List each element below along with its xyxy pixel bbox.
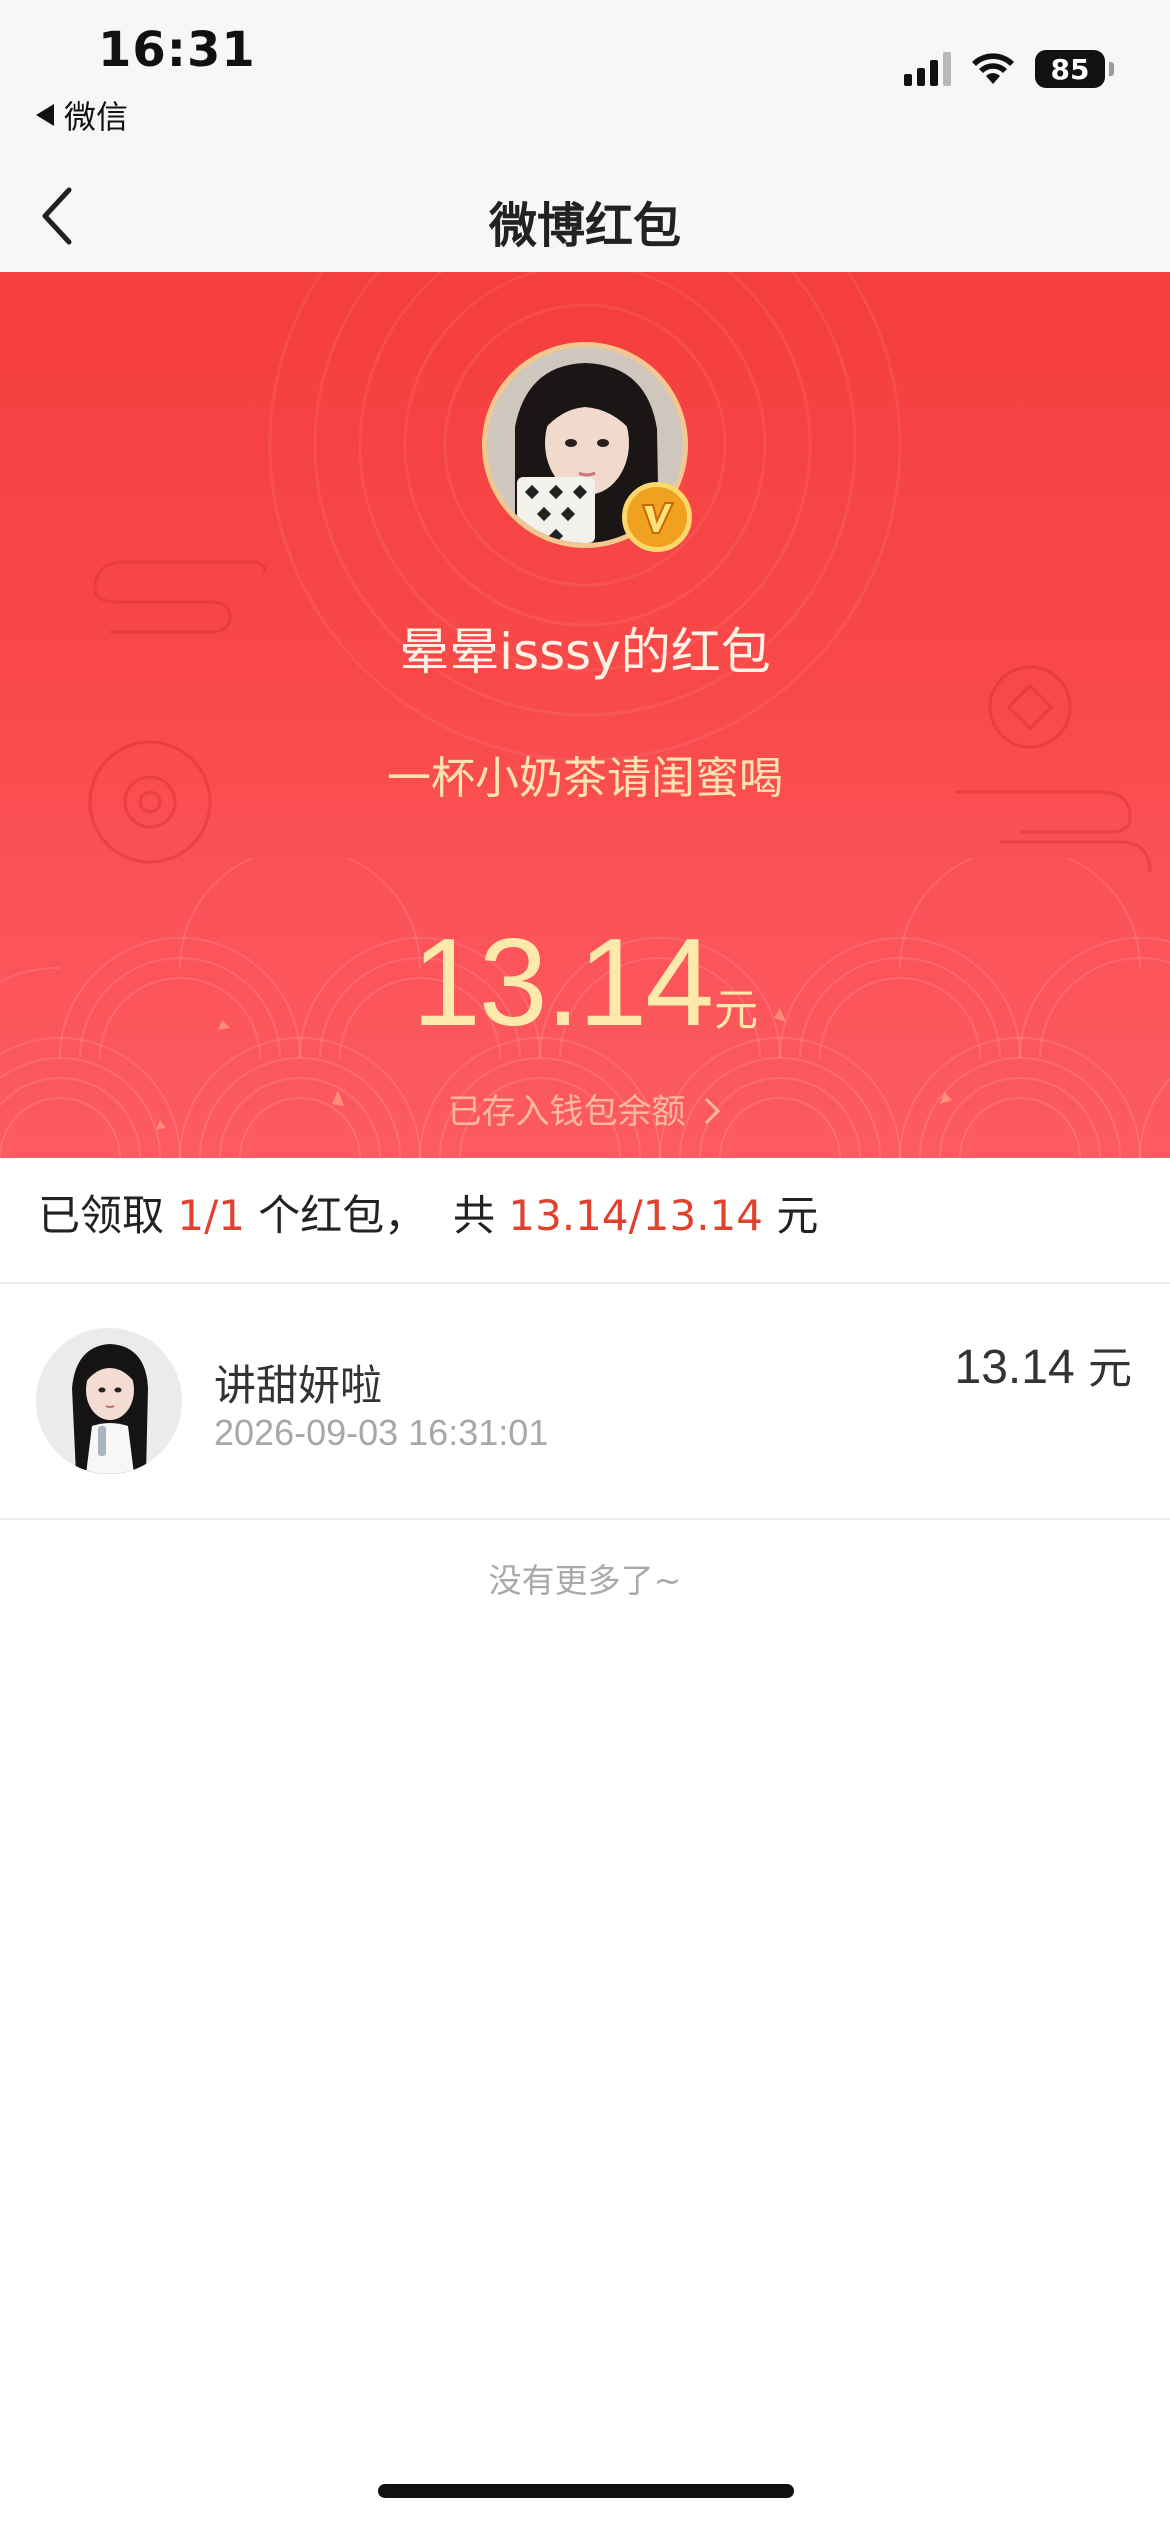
status-time: 16:31 (98, 22, 256, 78)
red-envelope-header: 晕晕isssy的红包 一杯小奶茶请闺蜜喝 13.14元 已存入钱包余额 (0, 272, 1170, 1158)
amount-value: 13.14 (411, 914, 714, 1052)
back-to-app-link[interactable]: 微信 (36, 92, 128, 138)
receive-time: 2026-09-03 16:31:01 (214, 1412, 549, 1453)
summary-total: 13.14/13.14 (508, 1191, 763, 1240)
chevron-right-icon (705, 1097, 721, 1125)
battery-level: 85 (1035, 50, 1105, 88)
receiver-amount-value: 13.14 (954, 1341, 1075, 1394)
battery-icon: 85 (1035, 50, 1114, 88)
amount-display: 13.14元 (0, 912, 1170, 1054)
back-triangle-icon (36, 104, 54, 126)
wifi-icon (972, 53, 1014, 84)
nav-bar: 微博红包 (0, 160, 1170, 272)
receiver-avatar-image (36, 1328, 182, 1474)
sender-name: 晕晕isssy的红包 (399, 623, 771, 681)
status-icons: 85 (904, 50, 1114, 88)
receiver-amount-unit: 元 (1088, 1343, 1132, 1394)
wallet-balance-label: 已存入钱包余额 (447, 1092, 686, 1132)
receiver-amount: 13.14 元 (955, 1332, 1132, 1396)
summary-prefix: 已领取 (38, 1191, 178, 1240)
greeting-message: 一杯小奶茶请闺蜜喝 (387, 753, 783, 804)
cellular-signal-icon (904, 52, 951, 86)
wallet-balance-link[interactable]: 已存入钱包余额 (0, 1084, 1170, 1133)
divider (0, 1518, 1170, 1520)
receiver-name: 讲甜妍啦 (214, 1361, 383, 1410)
home-indicator[interactable] (378, 2484, 794, 2498)
summary-middle: 个红包， 共 (244, 1191, 509, 1240)
receive-summary: 已领取 1/1 个红包， 共 13.14/13.14 元 (38, 1182, 818, 1243)
page-title: 微博红包 (488, 198, 681, 254)
status-bar: 16:31 微信 85 (0, 0, 1170, 160)
verified-v-icon (622, 482, 692, 552)
summary-suffix: 元 (762, 1191, 819, 1240)
back-app-label: 微信 (64, 98, 129, 136)
receiver-avatar[interactable] (36, 1328, 182, 1474)
amount-unit: 元 (714, 985, 759, 1036)
summary-count: 1/1 (177, 1191, 245, 1240)
receiver-row[interactable]: 讲甜妍啦 2026-09-03 16:31:01 13.14 元 (0, 1284, 1170, 1520)
no-more-text: 没有更多了~ (488, 1561, 682, 1600)
